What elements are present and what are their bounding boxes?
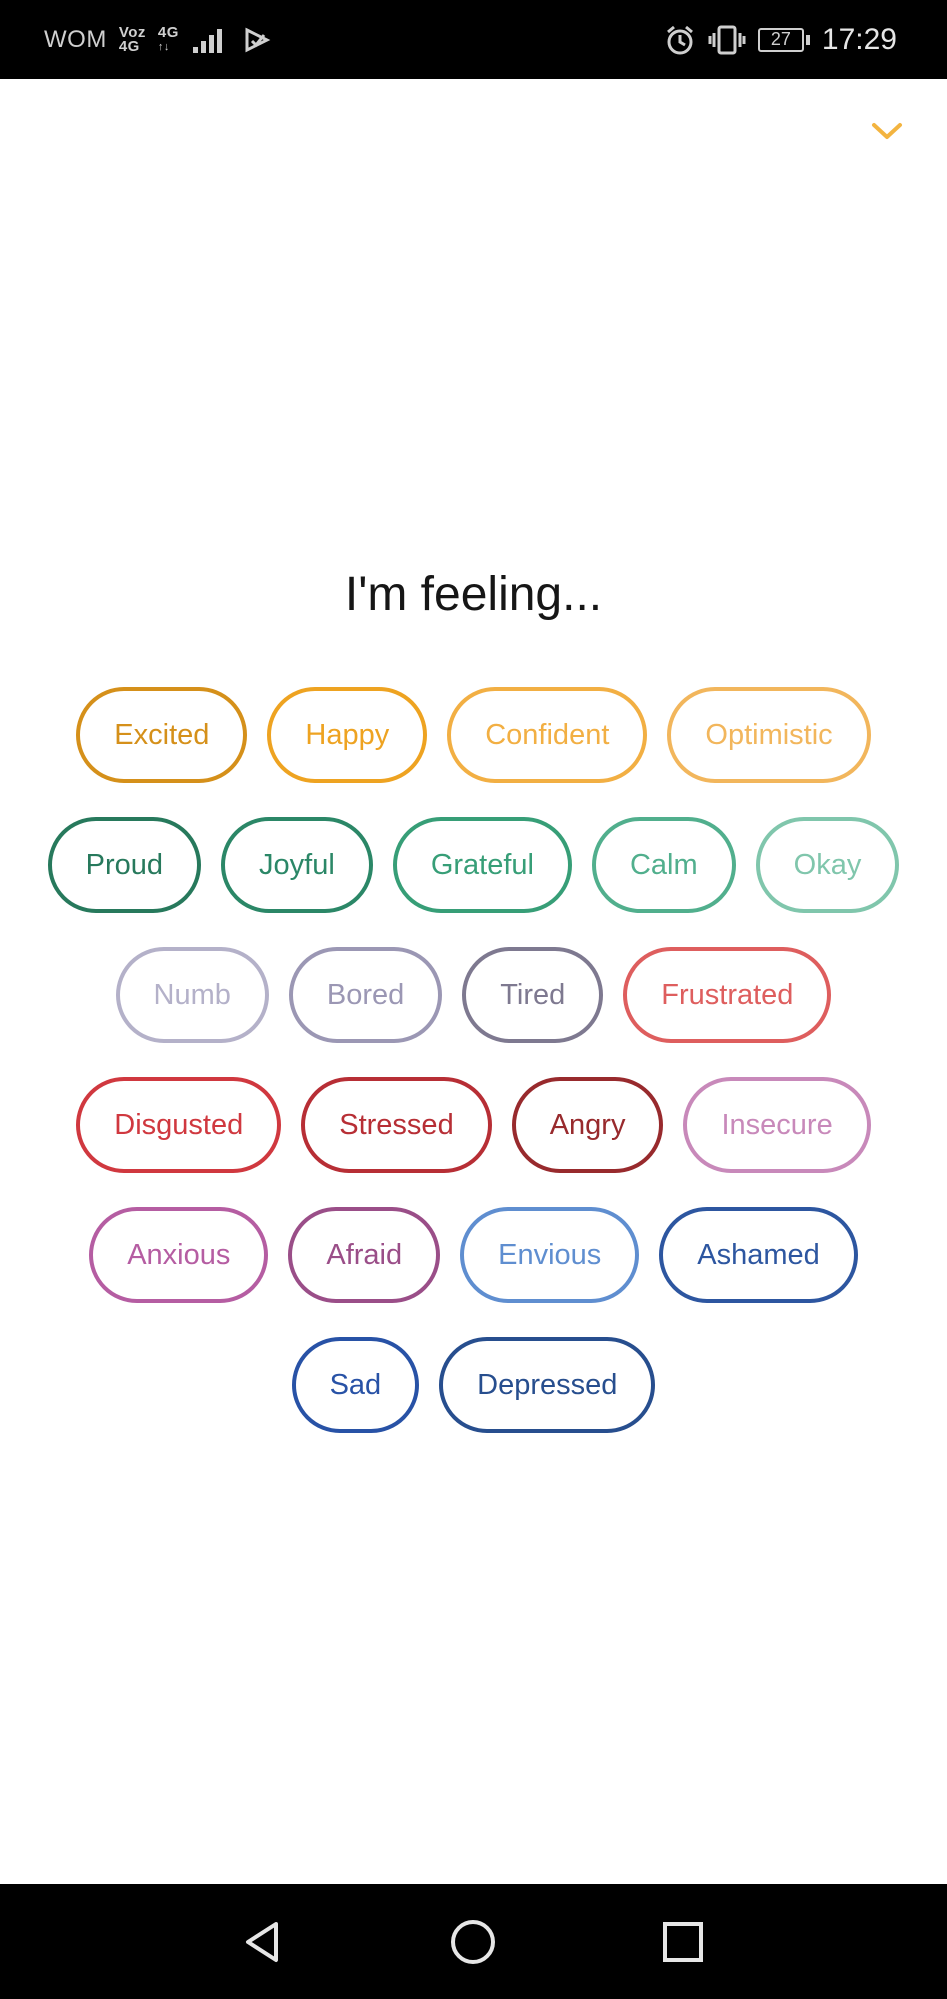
recents-button[interactable] — [633, 1884, 733, 1999]
home-circle-icon — [451, 1919, 495, 1964]
emotion-chip-proud[interactable]: Proud — [47, 817, 202, 913]
emotion-row: Anxious Afraid Envious Ashamed — [0, 1207, 947, 1303]
status-right: 27 17:29 — [664, 0, 897, 79]
signal-icon — [192, 28, 222, 53]
status-left: WOM Voz 4G 4G ↑↓ — [44, 0, 271, 79]
emotion-row: Proud Joyful Grateful Calm Okay — [0, 817, 947, 913]
clock: 17:29 — [821, 22, 897, 56]
alarm-icon — [666, 25, 693, 54]
data-saver-icon — [245, 27, 271, 52]
emotion-chip-happy[interactable]: Happy — [267, 687, 428, 783]
emotion-row: Sad Depressed — [0, 1337, 947, 1433]
volte-network-label: 4G — [118, 37, 140, 55]
battery-indicator: 27 — [757, 27, 810, 52]
emotion-chip-tired[interactable]: Tired — [462, 947, 604, 1043]
network-indicator: 4G ↑↓ — [157, 23, 179, 54]
emotion-chip-disgusted[interactable]: Disgusted — [76, 1077, 282, 1173]
volte-indicator: Voz 4G — [118, 25, 146, 55]
battery-level: 27 — [770, 29, 791, 49]
emotion-chip-afraid[interactable]: Afraid — [288, 1207, 441, 1303]
emotion-chip-stressed[interactable]: Stressed — [301, 1077, 492, 1173]
chevron-down-icon — [872, 123, 902, 139]
emotion-row: Numb Bored Tired Frustrated — [0, 947, 947, 1043]
emotion-chip-angry[interactable]: Angry — [511, 1077, 664, 1173]
collapse-button[interactable] — [862, 110, 912, 154]
network-label: 4G — [157, 23, 179, 41]
emotion-chip-confident[interactable]: Confident — [447, 687, 648, 783]
emotion-chip-excited[interactable]: Excited — [76, 687, 248, 783]
carrier-label: WOM — [44, 25, 107, 53]
home-button[interactable] — [423, 1884, 523, 1999]
emotion-chip-sad[interactable]: Sad — [291, 1337, 420, 1433]
emotion-chip-bored[interactable]: Bored — [288, 947, 443, 1043]
battery-icon: 27 — [757, 27, 804, 52]
emotion-chip-optimistic[interactable]: Optimistic — [667, 687, 871, 783]
emotion-chip-ashamed[interactable]: Ashamed — [659, 1207, 858, 1303]
emotion-row: Disgusted Stressed Angry Insecure — [0, 1077, 947, 1173]
emotion-chip-envious[interactable]: Envious — [460, 1207, 640, 1303]
emotion-chip-frustrated[interactable]: Frustrated — [623, 947, 832, 1043]
page-title: I'm feeling... — [344, 568, 603, 621]
back-button[interactable] — [213, 1884, 313, 1999]
emotion-chip-grateful[interactable]: Grateful — [392, 817, 572, 913]
navigation-bar — [0, 1884, 947, 1999]
vibrate-icon — [708, 25, 746, 54]
status-bar: WOM Voz 4G 4G ↑↓ 27 17:29 — [0, 0, 947, 79]
recents-square-icon — [663, 1921, 703, 1962]
emotion-chip-depressed[interactable]: Depressed — [439, 1337, 656, 1433]
emotion-row: Excited Happy Confident Optimistic — [0, 687, 947, 783]
emotion-chip-joyful[interactable]: Joyful — [221, 817, 373, 913]
emotion-chip-anxious[interactable]: Anxious — [89, 1207, 269, 1303]
emotion-chip-numb[interactable]: Numb — [115, 947, 269, 1043]
emotion-chip-insecure[interactable]: Insecure — [683, 1077, 871, 1173]
battery-tip — [805, 34, 810, 45]
back-triangle-icon — [246, 1921, 278, 1962]
emotion-chip-calm[interactable]: Calm — [591, 817, 736, 913]
network-arrows: ↑↓ — [157, 40, 170, 53]
emotion-chip-okay[interactable]: Okay — [755, 817, 900, 913]
